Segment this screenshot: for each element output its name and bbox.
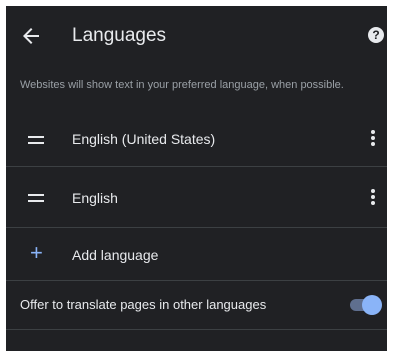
more-vert-icon[interactable] xyxy=(366,130,380,148)
translate-offer-setting[interactable]: Offer to translate pages in other langua… xyxy=(6,281,387,329)
language-item-english-us[interactable]: English (United States) xyxy=(6,112,387,166)
toggle-thumb xyxy=(362,295,382,315)
drag-handle-icon[interactable] xyxy=(28,136,44,144)
divider xyxy=(6,329,387,330)
language-label: English (United States) xyxy=(72,131,216,147)
languages-screen: Languages ? Websites will show text in y… xyxy=(6,6,387,351)
translate-offer-toggle[interactable] xyxy=(350,295,382,315)
description-text: Websites will show text in your preferre… xyxy=(20,79,344,91)
translate-offer-label: Offer to translate pages in other langua… xyxy=(20,297,267,312)
add-language-button[interactable]: + Add language xyxy=(6,228,387,280)
language-item-english[interactable]: English xyxy=(6,167,387,227)
app-bar: Languages ? xyxy=(6,6,387,66)
drag-handle-icon[interactable] xyxy=(28,194,44,202)
add-language-label: Add language xyxy=(72,247,159,263)
arrow-left-icon xyxy=(23,28,39,44)
help-circle-icon: ? xyxy=(372,28,380,42)
more-vert-icon[interactable] xyxy=(366,189,380,207)
page-title: Languages xyxy=(72,25,167,46)
language-label: English xyxy=(72,190,118,206)
plus-icon: + xyxy=(30,240,43,265)
help-button[interactable]: ? xyxy=(368,27,384,43)
back-button[interactable] xyxy=(19,24,43,48)
